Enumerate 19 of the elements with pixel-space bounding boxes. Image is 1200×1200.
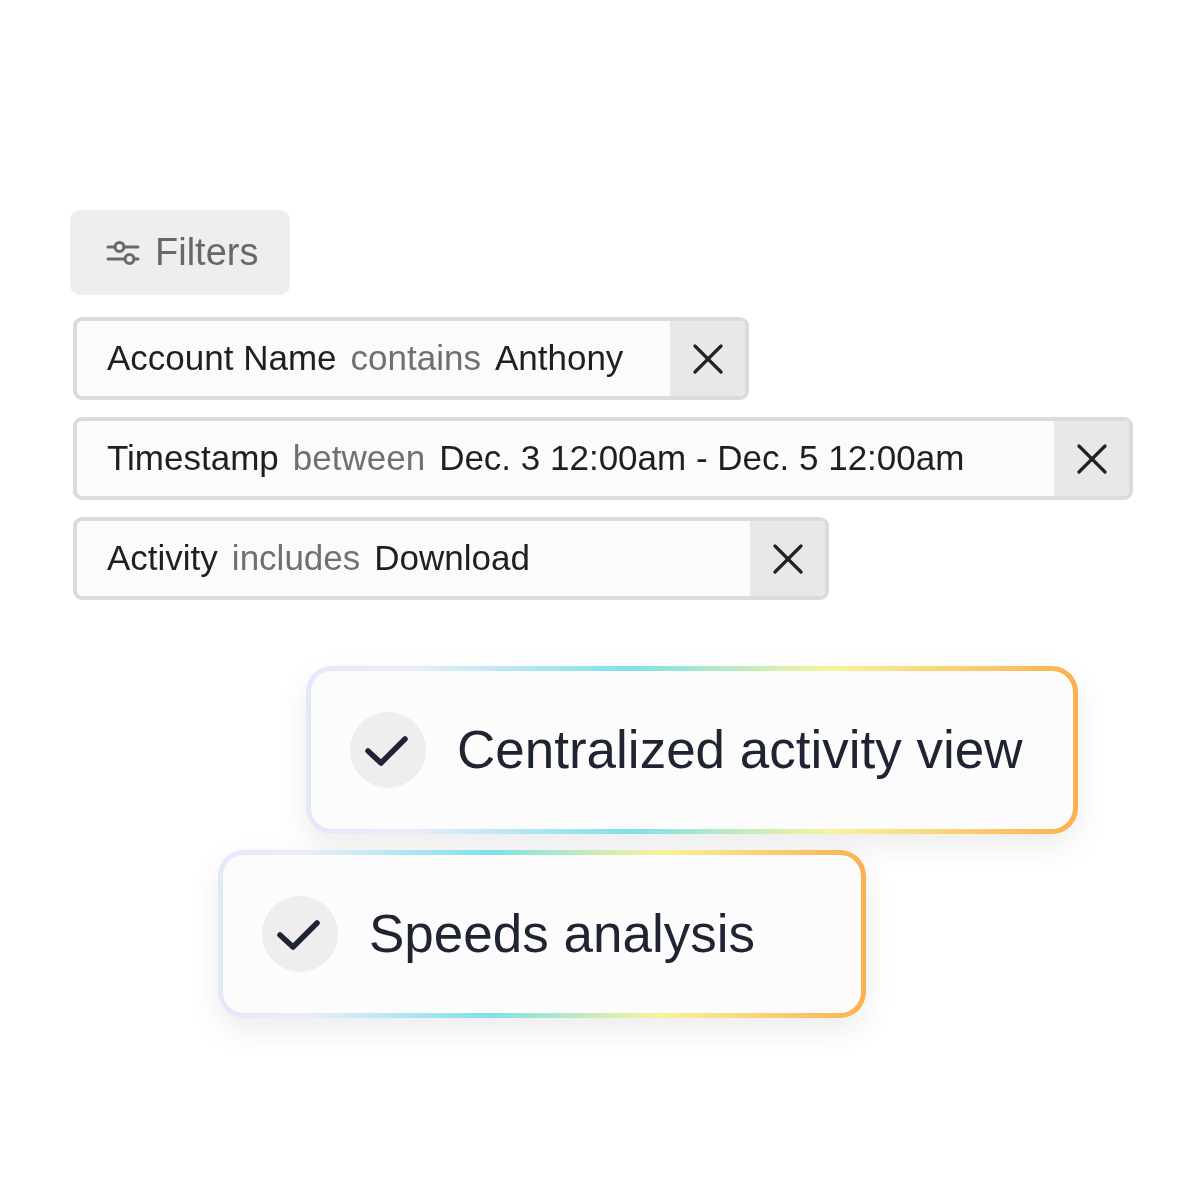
feature-label: Speeds analysis	[369, 903, 755, 966]
close-icon	[772, 543, 803, 574]
filter-value: Download	[374, 537, 530, 580]
filter-value: Anthony	[494, 337, 624, 380]
filter-operator: includes	[231, 537, 361, 580]
filter-operator: contains	[350, 337, 481, 380]
filters-button[interactable]: Filters	[70, 210, 291, 295]
filter-field: Account Name	[107, 332, 337, 385]
feature-label: Centralized activity view	[457, 719, 1023, 782]
filter-field: Timestamp	[107, 432, 279, 485]
filter-operator: between	[292, 437, 426, 480]
close-icon	[692, 343, 723, 374]
remove-filter-button[interactable]	[750, 521, 825, 596]
filter-value: Dec. 3 12:00am - Dec. 5 12:00am	[439, 437, 965, 480]
remove-filter-button[interactable]	[670, 321, 745, 396]
remove-filter-button[interactable]	[1054, 421, 1129, 496]
filter-field: Activity	[107, 532, 218, 585]
close-icon	[1076, 443, 1107, 474]
sliders-icon	[106, 239, 140, 266]
